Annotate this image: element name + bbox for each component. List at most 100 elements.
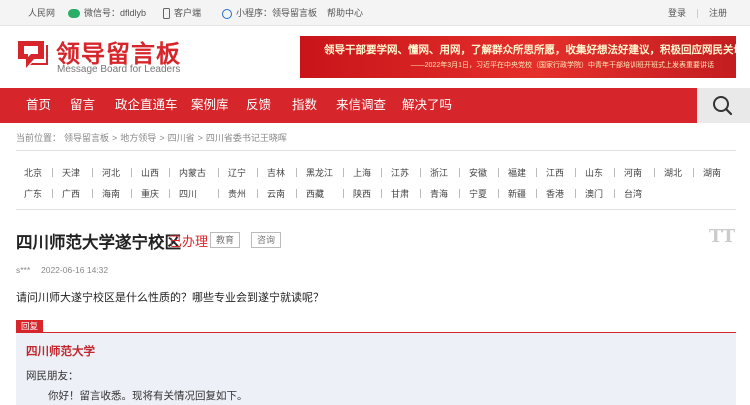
logo-subtitle: Message Board for Leaders	[57, 64, 181, 75]
region-link[interactable]: 新疆	[508, 187, 526, 200]
region-separator	[614, 189, 615, 198]
region-separator	[654, 168, 655, 177]
logo-icon[interactable]	[16, 37, 50, 71]
client-link[interactable]: 客户端	[163, 0, 201, 26]
region-link[interactable]: 西藏	[306, 187, 324, 200]
region-separator	[257, 189, 258, 198]
wechat-icon	[68, 9, 80, 19]
font-size-icon[interactable]: TT	[709, 226, 735, 247]
region-separator	[693, 168, 694, 177]
region-separator	[52, 189, 53, 198]
region-separator	[420, 189, 421, 198]
region-separator	[218, 168, 219, 177]
region-separator	[343, 168, 344, 177]
breadcrumb-item[interactable]: 地方领导	[120, 133, 156, 143]
region-link[interactable]: 吉林	[267, 166, 285, 179]
region-separator	[536, 168, 537, 177]
region-link[interactable]: 广东	[24, 187, 42, 200]
region-separator	[343, 189, 344, 198]
region-link[interactable]: 福建	[508, 166, 526, 179]
region-separator	[92, 168, 93, 177]
region-link[interactable]: 四川	[179, 187, 197, 200]
region-link[interactable]: 广西	[62, 187, 80, 200]
main-nav: 首页 留言 政企直通车 案例库 反馈 指数 来信调查 解决了吗	[0, 88, 750, 123]
region-separator	[575, 168, 576, 177]
mini-program-link[interactable]: 小程序：领导留言板	[222, 0, 317, 26]
nav-enterprise[interactable]: 政企直通车	[115, 88, 178, 123]
search-button[interactable]	[697, 88, 750, 123]
region-link[interactable]: 安徽	[469, 166, 487, 179]
wechat-account[interactable]: 微信号：dfldlyb	[68, 0, 146, 26]
region-separator	[52, 168, 53, 177]
region-link[interactable]: 甘肃	[391, 187, 409, 200]
nav-case-library[interactable]: 案例库	[191, 88, 229, 123]
breadcrumb: 当前位置： 领导留言板 > 地方领导 > 四川省 > 四川省委书记王晓晖	[16, 131, 290, 144]
breadcrumb-item[interactable]: 四川省委书记王晓晖	[206, 133, 287, 143]
search-icon	[713, 96, 733, 116]
region-separator	[169, 189, 170, 198]
region-separator	[498, 168, 499, 177]
banner-quote: 领导干部要学网、懂网、用网，了解群众所思所愿，收集好想法好建议，积极回应网民关切…	[324, 44, 736, 56]
divider	[16, 209, 736, 210]
region-link[interactable]: 江苏	[391, 166, 409, 179]
message-content: 请问川师大遂宁校区是什么性质的？哪些专业会到遂宁就读呢？	[16, 292, 324, 304]
region-link[interactable]: 香港	[546, 187, 564, 200]
reply-text: 你好！留言收悉。现将有关情况回复如下。	[48, 390, 248, 402]
breadcrumb-item[interactable]: 四川省	[168, 133, 195, 143]
region-link[interactable]: 河南	[624, 166, 642, 179]
region-link[interactable]: 重庆	[141, 187, 159, 200]
region-link[interactable]: 内蒙古	[179, 166, 206, 179]
region-link[interactable]: 山西	[141, 166, 159, 179]
region-link[interactable]: 海南	[102, 187, 120, 200]
region-separator	[381, 168, 382, 177]
nav-index[interactable]: 指数	[292, 88, 317, 123]
nav-message[interactable]: 留言	[70, 88, 95, 123]
region-link[interactable]: 黑龙江	[306, 166, 333, 179]
phone-icon	[163, 8, 170, 20]
region-separator	[459, 189, 460, 198]
region-link[interactable]: 湖南	[703, 166, 721, 179]
tag-consult[interactable]: 咨询	[251, 232, 282, 248]
status-badge: 已办理	[169, 234, 209, 249]
register-link[interactable]: 注册	[709, 0, 727, 26]
region-separator	[169, 168, 170, 177]
region-link[interactable]: 宁夏	[469, 187, 487, 200]
region-link[interactable]: 云南	[267, 187, 285, 200]
divider	[16, 150, 736, 151]
breadcrumb-item[interactable]: 领导留言板	[64, 133, 109, 143]
region-link[interactable]: 澳门	[585, 187, 603, 200]
region-link[interactable]: 台湾	[624, 187, 642, 200]
region-link[interactable]: 江西	[546, 166, 564, 179]
reply-org: 四川师范大学	[26, 346, 95, 358]
login-link[interactable]: 登录	[668, 0, 686, 26]
region-separator	[257, 168, 258, 177]
nav-letter-survey[interactable]: 来信调查	[336, 88, 386, 123]
region-link[interactable]: 河北	[102, 166, 120, 179]
region-link[interactable]: 浙江	[430, 166, 448, 179]
region-link[interactable]: 贵州	[228, 187, 246, 200]
region-link[interactable]: 陕西	[353, 187, 371, 200]
region-separator	[498, 189, 499, 198]
nav-feedback[interactable]: 反馈	[246, 88, 271, 123]
client-label: 客户端	[174, 8, 202, 18]
region-link[interactable]: 北京	[24, 166, 42, 179]
region-link[interactable]: 辽宁	[228, 166, 246, 179]
quote-banner[interactable]: 领导干部要学网、懂网、用网，了解群众所思所愿，收集好想法好建议，积极回应网民关切…	[300, 36, 736, 78]
topbar-divider	[697, 9, 698, 18]
region-separator	[420, 168, 421, 177]
region-separator	[575, 189, 576, 198]
region-link[interactable]: 青海	[430, 187, 448, 200]
region-link[interactable]: 山东	[585, 166, 603, 179]
people-net-link[interactable]: 人民网	[28, 0, 55, 26]
nav-home[interactable]: 首页	[26, 88, 51, 123]
message-title: 四川师范大学遂宁校区	[16, 234, 181, 252]
region-link[interactable]: 天津	[62, 166, 80, 179]
mini-program-icon	[222, 8, 232, 19]
region-link[interactable]: 上海	[353, 166, 371, 179]
top-bar: 人民网 微信号：dfldlyb 客户端 小程序：领导留言板 帮助中心 登录 注册	[0, 0, 750, 26]
help-center-link[interactable]: 帮助中心	[327, 0, 363, 26]
breadcrumb-separator: >	[112, 133, 118, 143]
nav-solved[interactable]: 解决了吗	[402, 88, 452, 123]
region-link[interactable]: 湖北	[664, 166, 682, 179]
tag-education[interactable]: 教育	[210, 232, 241, 248]
